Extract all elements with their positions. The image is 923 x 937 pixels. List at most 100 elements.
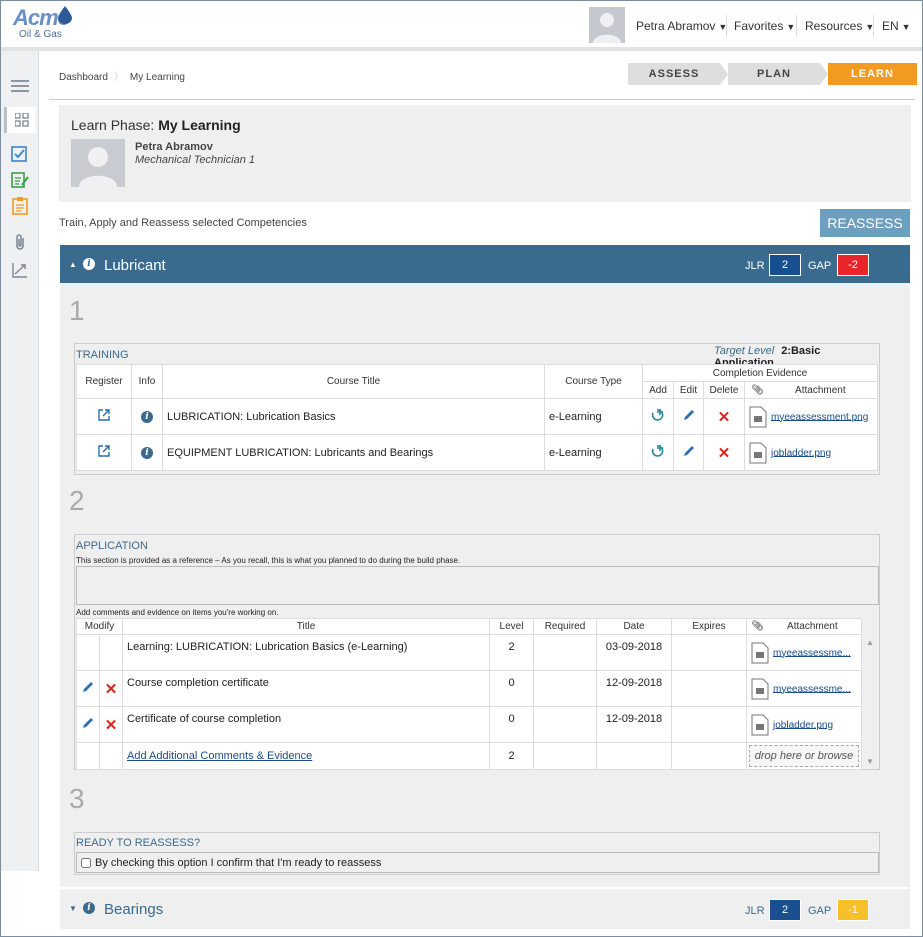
empty-cell (99, 634, 123, 671)
application-note: This section is provided as a reference … (76, 556, 461, 565)
attachment-link[interactable]: jobladder.png (771, 447, 831, 458)
image-file-icon (749, 442, 767, 463)
avatar (71, 139, 125, 187)
attachment-link[interactable]: myeeassessme... (773, 683, 851, 694)
page-title: Learn Phase: My Learning (71, 117, 241, 133)
dashboard-grid-icon[interactable] (4, 107, 36, 133)
resources-menu[interactable]: Resources ▼ (805, 19, 874, 33)
person-role: Mechanical Technician 1 (135, 154, 256, 166)
learn-clipboard-icon[interactable] (4, 193, 36, 219)
reports-chart-icon[interactable] (4, 257, 36, 283)
info-icon[interactable]: i (83, 902, 95, 914)
col-info: Info (131, 364, 163, 399)
scroll-down-icon[interactable]: ▼ (866, 757, 874, 766)
reassess-button[interactable]: REASSESS (820, 209, 910, 237)
user-menu[interactable]: Petra Abramov ▼ (636, 19, 727, 33)
delete-x-icon[interactable]: ✕ (703, 398, 745, 435)
language-menu[interactable]: EN ▼ (882, 19, 911, 33)
add-evidence-icon[interactable] (642, 434, 674, 471)
step-assess[interactable]: ASSESS (628, 63, 720, 85)
course-title: LUBRICATION: Lubrication Basics (162, 398, 545, 435)
user-avatar[interactable] (589, 7, 625, 43)
col-attachment: 📎︎ Attachment (744, 381, 878, 399)
col-attachment-label: Attachment (787, 621, 838, 632)
training-title: TRAINING (76, 349, 129, 361)
edit-pencil-icon[interactable] (673, 434, 704, 471)
delete-x-icon[interactable]: ✕ (99, 670, 123, 707)
oil-drop-icon (58, 6, 72, 24)
plan-reference-textarea[interactable] (76, 566, 879, 605)
breadcrumb-dashboard[interactable]: Dashboard (59, 72, 108, 83)
empty-cell (76, 742, 100, 770)
col-register: Register (76, 364, 132, 399)
info-icon[interactable]: i (131, 398, 163, 435)
menu-toggle-icon[interactable] (4, 73, 36, 99)
edit-pencil-icon[interactable] (76, 706, 100, 743)
edit-pencil-icon[interactable] (76, 670, 100, 707)
evidence-date: 12-09-2018 (596, 706, 672, 743)
delete-x-icon[interactable]: ✕ (703, 434, 745, 471)
info-icon[interactable]: i (131, 434, 163, 471)
favorites-menu[interactable]: Favorites ▼ (734, 19, 795, 33)
attachment-cell: myeeassessment.png (744, 398, 878, 435)
col-attachment-label: Attachment (795, 384, 846, 396)
step-learn[interactable]: LEARN (828, 63, 917, 85)
assess-checklist-icon[interactable] (4, 141, 36, 167)
col-modify: Modify (76, 618, 123, 635)
evidence-date: 12-09-2018 (596, 670, 672, 707)
expand-caret-icon[interactable]: ▼ (69, 904, 77, 913)
evidence-level: 0 (489, 670, 534, 707)
info-icon[interactable]: i (83, 258, 95, 270)
phase-steps: ASSESS PLAN LEARN (628, 63, 917, 85)
file-drop-zone[interactable]: drop here or browse (749, 745, 859, 767)
register-external-link-icon[interactable] (76, 398, 132, 435)
attachment-link[interactable]: jobladder.png (773, 719, 833, 730)
table-row: Learning: LUBRICATION: Lubrication Basic… (76, 634, 862, 671)
edit-pencil-icon[interactable] (673, 398, 704, 435)
attachment-link[interactable]: myeeassessment.png (771, 411, 868, 422)
ready-checkbox[interactable] (81, 858, 91, 868)
sidebar (1, 51, 39, 871)
competency-title: Lubricant (104, 257, 166, 274)
evidence-title: Course completion certificate (122, 670, 490, 707)
evidence-title: Certificate of course completion (122, 706, 490, 743)
col-title: Title (122, 618, 490, 635)
step-plan[interactable]: PLAN (728, 63, 820, 85)
section-number: 3 (69, 783, 85, 814)
divider (726, 15, 727, 37)
evidence-required (533, 634, 597, 671)
application-panel: APPLICATION This section is provided as … (74, 534, 880, 770)
collapse-caret-icon[interactable]: ▲ (69, 260, 77, 269)
header-divider (1, 47, 922, 51)
table-row: ✕ Certificate of course completion 0 12-… (76, 706, 862, 743)
attachment-link[interactable]: myeeassessme... (773, 647, 851, 658)
divider (49, 99, 915, 100)
col-completion-evidence: Completion Evidence (642, 364, 878, 382)
scrollbar[interactable]: ▲ ▼ (864, 636, 878, 766)
acme-logo[interactable]: Acme Oil & Gas (11, 5, 75, 45)
evidence-date: 03-09-2018 (596, 634, 672, 671)
plan-edit-icon[interactable] (4, 167, 36, 193)
col-expires: Expires (671, 618, 747, 635)
competency-header-bearings[interactable]: ▼ i Bearings JLR 2 GAP -1 (60, 889, 910, 929)
scroll-up-icon[interactable]: ▲ (866, 638, 874, 647)
add-evidence-icon[interactable] (642, 398, 674, 435)
evidence-required (533, 670, 597, 707)
evidence-expires (671, 634, 747, 671)
divider (796, 15, 797, 37)
evidence-level: 0 (489, 706, 534, 743)
chevron-down-icon: ▼ (786, 22, 796, 32)
col-required: Required (533, 618, 597, 635)
drop-cell: drop here or browse (746, 742, 862, 770)
competency-header-lubricant[interactable]: ▲ i Lubricant JLR 2 GAP -2 (60, 245, 910, 283)
delete-x-icon[interactable]: ✕ (99, 706, 123, 743)
add-comments-evidence-link[interactable]: Add Additional Comments & Evidence (127, 750, 312, 762)
application-title: APPLICATION (76, 540, 148, 552)
user-name: Petra Abramov (636, 19, 716, 33)
table-row: ✕ Course completion certificate 0 12-09-… (76, 670, 862, 707)
register-external-link-icon[interactable] (76, 434, 132, 471)
ready-checkbox-label: By checking this option I confirm that I… (95, 857, 382, 869)
attachments-paperclip-icon[interactable] (4, 229, 36, 255)
language-label: EN (882, 19, 899, 33)
person-name: Petra Abramov (135, 141, 213, 153)
